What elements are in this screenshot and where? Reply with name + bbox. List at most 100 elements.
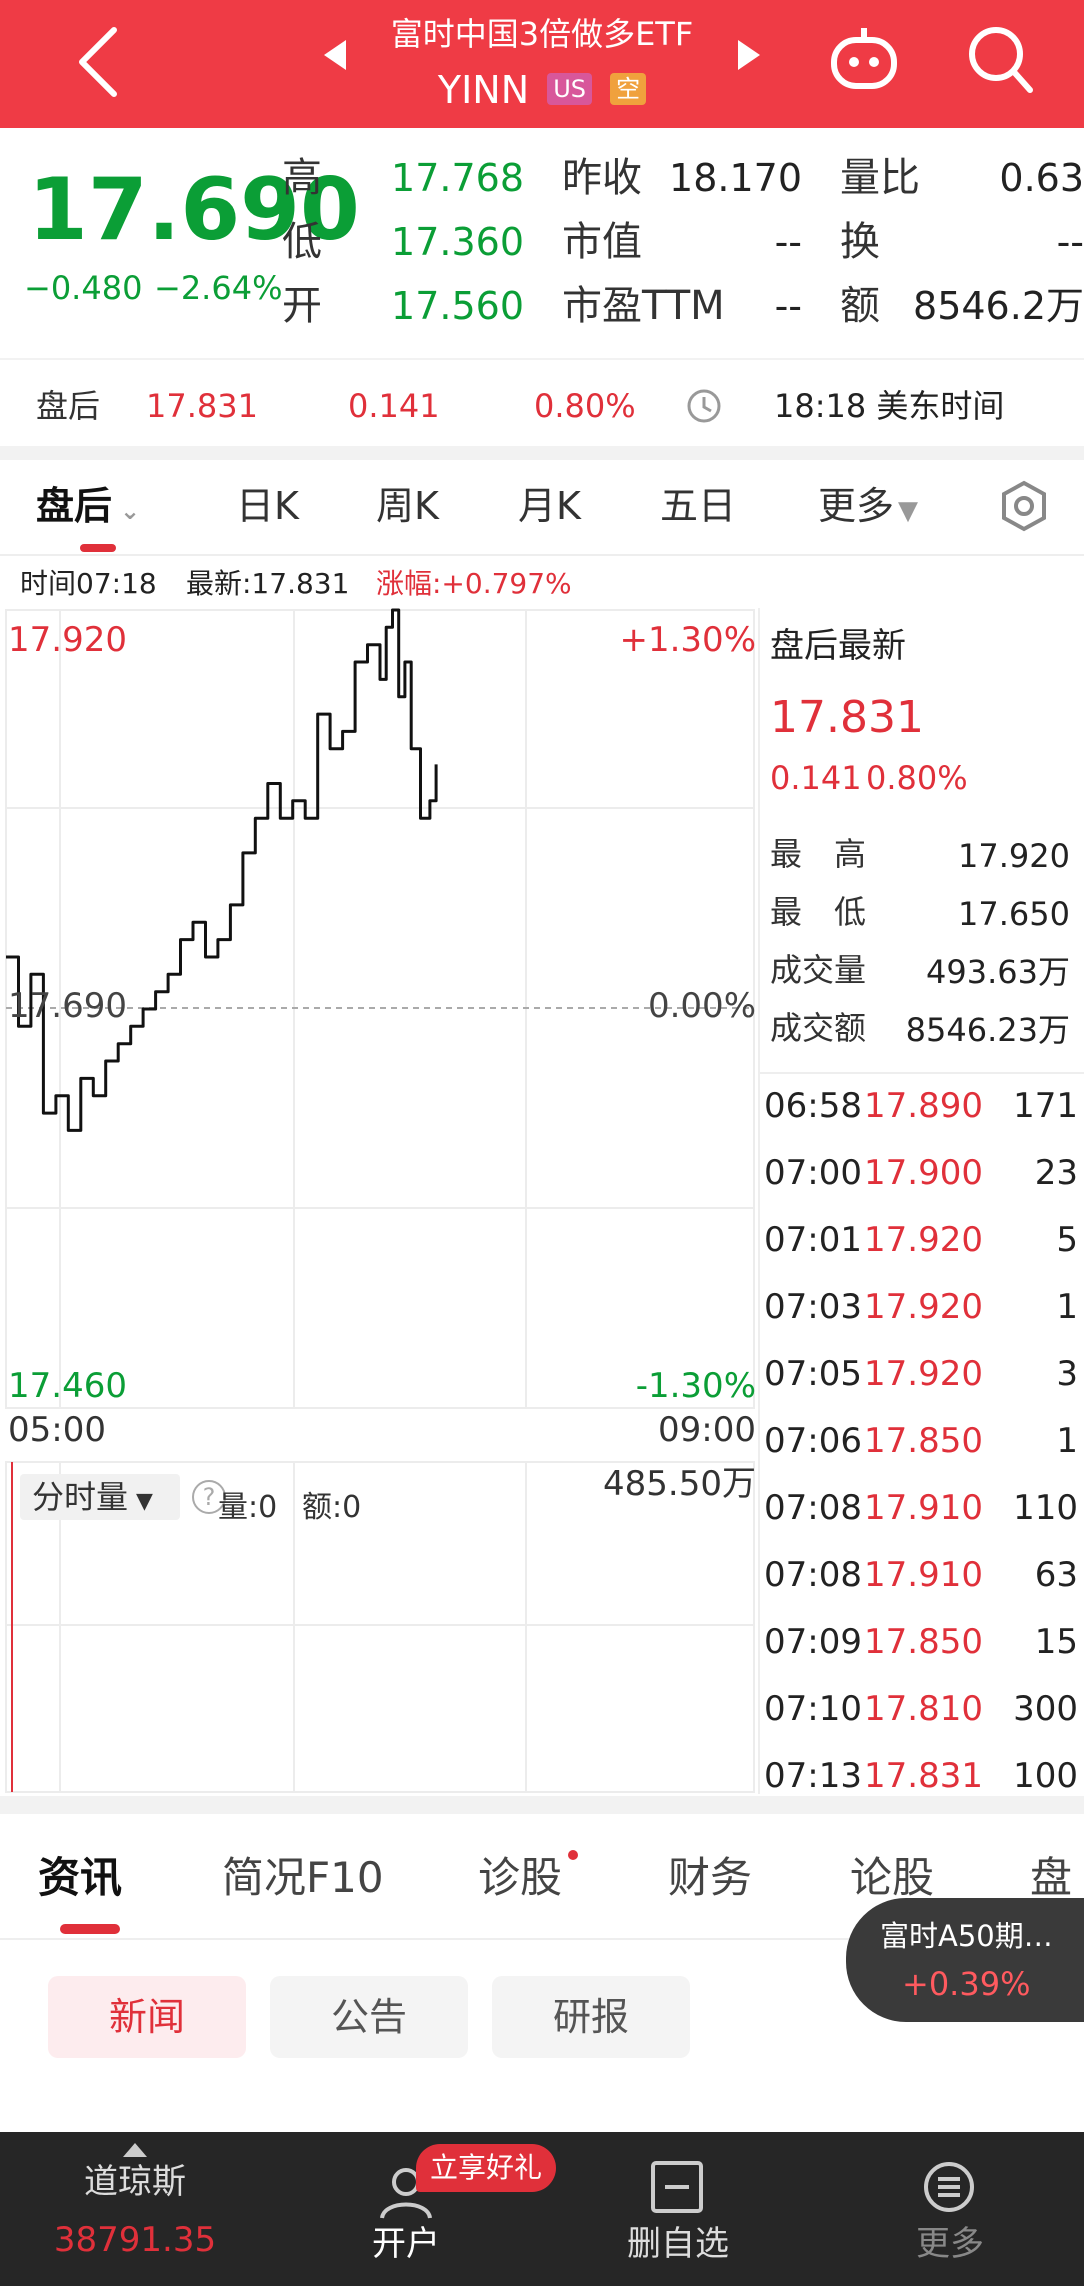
trade-time: 07:01	[764, 1220, 862, 1260]
price-line	[6, 608, 438, 1132]
next-triangle-icon[interactable]	[736, 38, 762, 72]
float-card-pct: +0.39%	[902, 1965, 1031, 2003]
trade-volume: 171	[1013, 1086, 1078, 1126]
x-axis-start: 05:00	[8, 1410, 106, 1450]
info-tab-indicator	[60, 1924, 120, 1934]
tab-stock-diagnosis[interactable]: 诊股	[478, 1850, 562, 1906]
panel-pct: 0.80%	[866, 759, 968, 797]
floating-index-card[interactable]: 富时A50期… +0.39%	[846, 1898, 1084, 2022]
trade-time: 07:13	[764, 1756, 862, 1796]
index-value[interactable]: 38791.35	[30, 2218, 240, 2262]
panel-volume-label: 成交量	[770, 951, 867, 989]
float-card-name: 富时A50期…	[880, 1919, 1053, 1953]
open-value: 17.560	[391, 284, 524, 328]
after-hours-change: 0.141	[348, 387, 440, 425]
market-cap-value: --	[774, 220, 802, 264]
amount-label: 额	[840, 283, 880, 329]
tab-news-info[interactable]: 资讯	[38, 1850, 122, 1906]
market-cap-label: 市值	[562, 219, 642, 265]
trade-volume: 15	[1034, 1622, 1078, 1662]
trade-volume: 5	[1056, 1220, 1078, 1260]
pill-news[interactable]: 新闻	[48, 1976, 246, 2058]
trade-volume: 63	[1034, 1555, 1078, 1595]
intraday-chart[interactable]	[0, 600, 760, 1796]
remove-watchlist-label[interactable]: 删自选	[598, 2222, 758, 2266]
pill-announcements[interactable]: 公告	[270, 1976, 468, 2058]
trade-volume: 1	[1056, 1287, 1078, 1327]
menu-icon[interactable]	[922, 2160, 976, 2214]
remove-watchlist-icon[interactable]	[650, 2160, 704, 2214]
volume-indicator-select[interactable]: 分时量 ▼	[20, 1474, 180, 1520]
trade-volume: 100	[1013, 1756, 1078, 1796]
bottom-nav: 道琼斯 38791.35 立享好礼 开户 删自选 更多	[0, 2132, 1084, 2286]
y-axis-bottom: 17.460	[8, 1366, 127, 1406]
after-hours-price: 17.831	[146, 387, 258, 425]
price-change: −0.480	[24, 269, 143, 307]
trade-volume: 23	[1034, 1153, 1078, 1193]
trade-time: 07:06	[764, 1421, 862, 1461]
after-hours-pct: 0.80%	[534, 387, 636, 425]
low-value: 17.360	[391, 220, 524, 264]
trade-volume: 300	[1013, 1689, 1078, 1729]
back-arrow-icon[interactable]	[70, 22, 130, 102]
x-axis-end: 09:00	[658, 1410, 756, 1450]
panel-price: 17.831	[770, 692, 924, 743]
pill-research[interactable]: 研报	[492, 1976, 690, 2058]
high-label: 高	[282, 155, 322, 201]
index-name[interactable]: 道琼斯	[30, 2160, 240, 2204]
chart-grid	[5, 609, 755, 1793]
clock-icon	[687, 389, 721, 423]
panel-volume-value: 493.63万	[926, 953, 1070, 991]
turnover-value: --	[1056, 220, 1084, 264]
panel-low-value: 17.650	[958, 895, 1070, 933]
stock-name: 富时中国3倍做多ETF	[390, 15, 694, 53]
trade-volume: 1	[1056, 1421, 1078, 1461]
trade-time: 07:10	[764, 1689, 862, 1729]
short-badge: 空	[610, 73, 647, 105]
trade-time: 07:08	[764, 1488, 862, 1528]
section-gap	[0, 1796, 1084, 1814]
trade-time: 07:05	[764, 1354, 862, 1394]
tab-more[interactable]: 更多 ▼	[818, 480, 918, 537]
robot-icon[interactable]	[828, 26, 900, 92]
stock-ticker: YINN	[437, 68, 530, 112]
panel-high-label: 最 高	[770, 835, 867, 873]
after-hours-time: 18:18 美东时间	[774, 387, 1005, 425]
market-badge: US	[547, 73, 593, 105]
tab-five-day[interactable]: 五日	[660, 480, 736, 532]
settings-hex-icon[interactable]	[998, 480, 1050, 532]
panel-change: 0.141	[770, 759, 862, 797]
search-icon[interactable]	[966, 24, 1034, 94]
more-label[interactable]: 更多	[870, 2222, 1030, 2266]
pct-axis-top: +1.30%	[619, 620, 757, 660]
trade-ticker-list[interactable]: 06:58 17.890 171 07:00 17.900 23 07:01 17.920 5 0…	[758, 1072, 1084, 1796]
volume-ratio-value: 0.63	[999, 156, 1084, 200]
trade-time: 06:58	[764, 1086, 862, 1126]
low-label: 低	[282, 219, 322, 265]
after-hours-label: 盘后	[36, 387, 101, 425]
tab-daily-k[interactable]: 日K	[236, 480, 299, 532]
section-gap	[0, 446, 1084, 460]
trade-volume: 110	[1013, 1488, 1078, 1528]
y-axis-top: 17.920	[8, 620, 127, 660]
high-value: 17.768	[391, 156, 524, 200]
gift-badge[interactable]: 立享好礼	[416, 2144, 556, 2192]
crosshair-time: 时间07:18	[20, 567, 157, 600]
trade-time: 07:08	[764, 1555, 862, 1595]
crosshair-change: 涨幅:+0.797%	[376, 567, 572, 600]
tab-profile-f10[interactable]: 简况F10	[222, 1850, 384, 1906]
active-tab-indicator	[80, 544, 116, 552]
tab-monthly-k[interactable]: 月K	[518, 480, 581, 532]
trade-time: 07:03	[764, 1287, 862, 1327]
tab-weekly-k[interactable]: 周K	[376, 480, 439, 532]
panel-title: 盘后最新	[770, 626, 906, 666]
pct-axis-mid: 0.00%	[647, 986, 756, 1026]
volume-axis-max: 485.50万	[603, 1464, 756, 1504]
price-change-pct: −2.64%	[154, 269, 283, 307]
open-account-label[interactable]: 开户	[326, 2222, 486, 2266]
prev-close-label: 昨收	[562, 155, 642, 201]
tab-financials[interactable]: 财务	[668, 1850, 752, 1906]
trade-time: 07:09	[764, 1622, 862, 1662]
tab-after-hours[interactable]: 盘后 ⌄	[36, 480, 140, 537]
red-dot-badge	[568, 1850, 578, 1860]
